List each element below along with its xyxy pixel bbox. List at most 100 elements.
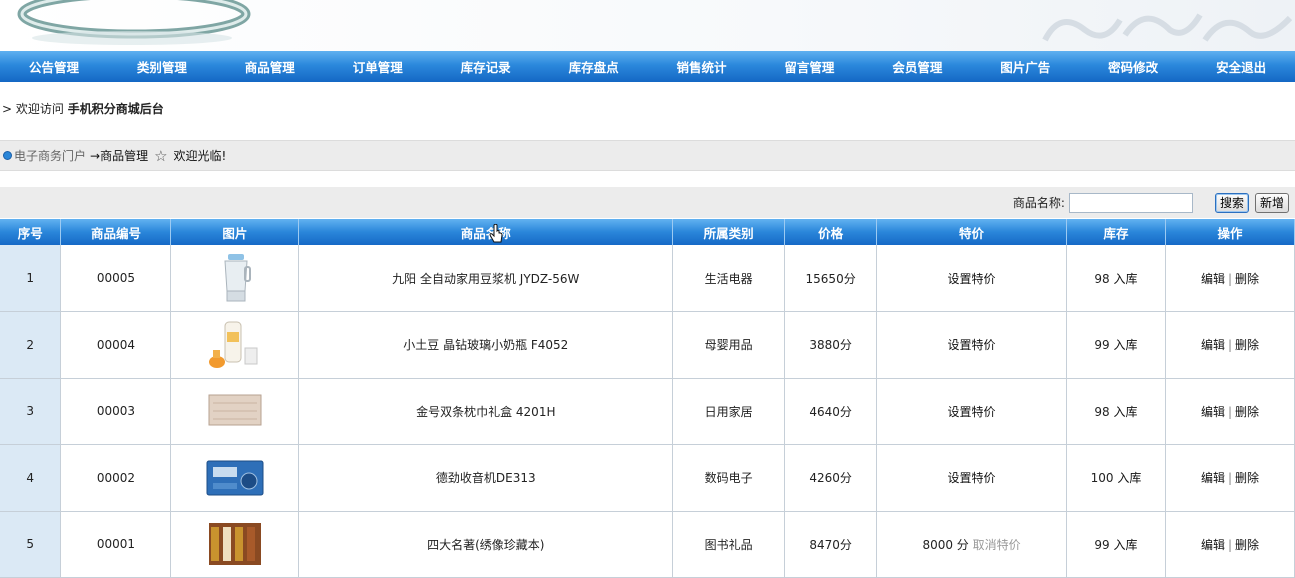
table-header-row: 序号 商品编号 图片 商品名称 所属类别 价格 特价 库存 操作 (0, 219, 1295, 245)
cell-image (170, 311, 300, 379)
header-name[interactable]: 商品名称 (298, 219, 674, 245)
add-button[interactable]: 新增 (1254, 192, 1289, 213)
delete-link[interactable]: 删除 (1235, 338, 1259, 352)
nav-orders[interactable]: 订单管理 (324, 51, 432, 82)
header-code: 商品编号 (60, 219, 172, 245)
bullet-icon (3, 151, 12, 160)
separator: | (1227, 471, 1232, 486)
cell-actions: 编辑 | 删除 (1165, 245, 1295, 312)
breadcrumb: 电子商务门户 →商品管理 ☆ 欢迎光临! (0, 140, 1295, 171)
delete-link[interactable]: 删除 (1235, 272, 1259, 286)
nav-sales-stats[interactable]: 销售统计 (648, 51, 756, 82)
cell-category: 生活电器 (672, 245, 786, 312)
cell-stock: 98 入库 (1066, 378, 1166, 445)
nav-announcements[interactable]: 公告管理 (0, 51, 108, 82)
stock-value: 99 (1094, 537, 1110, 552)
edit-link[interactable]: 编辑 (1201, 538, 1225, 552)
cell-price: 3880分 (784, 311, 878, 379)
edit-link[interactable]: 编辑 (1201, 272, 1225, 286)
nav-logout[interactable]: 安全退出 (1187, 51, 1295, 82)
main-nav: 公告管理 类别管理 商品管理 订单管理 库存记录 库存盘点 销售统计 留言管理 … (0, 51, 1295, 82)
header-banner (0, 0, 1295, 51)
stock-in-link[interactable]: 入库 (1117, 471, 1141, 485)
edit-link[interactable]: 编辑 (1201, 471, 1225, 485)
table-row: 4 00002 德劲收音机DE313 数码电子 4260分 设置特价 100 入… (0, 444, 1295, 512)
nav-members[interactable]: 会员管理 (863, 51, 971, 82)
delete-link[interactable]: 删除 (1235, 405, 1259, 419)
set-special-link[interactable]: 设置特价 (948, 338, 996, 352)
star-icon: ☆ (154, 146, 168, 165)
product-table: 序号 商品编号 图片 商品名称 所属类别 价格 特价 库存 操作 1 00005 (0, 219, 1295, 578)
header-no: 序号 (0, 219, 62, 245)
separator: | (1227, 338, 1232, 353)
cell-special: 设置特价 (876, 311, 1068, 379)
cancel-special-link[interactable]: 取消特价 (973, 538, 1021, 552)
cell-category: 母婴用品 (672, 311, 786, 379)
welcome-line: > 欢迎访问 手机积分商城后台 (2, 100, 164, 117)
cell-code: 00005 (60, 245, 172, 312)
stock-value: 100 (1090, 471, 1114, 486)
nav-products[interactable]: 商品管理 (216, 51, 324, 82)
logo-icon (17, 0, 251, 45)
cell-price: 4640分 (784, 378, 878, 445)
cell-image (170, 444, 300, 512)
hand-cursor-icon (489, 224, 503, 243)
cell-stock: 99 入库 (1066, 311, 1166, 379)
towel-box-icon (208, 394, 262, 426)
nav-inventory-records[interactable]: 库存记录 (432, 51, 540, 82)
header-image: 图片 (170, 219, 300, 245)
cell-code: 00003 (60, 378, 172, 445)
cell-special: 设置特价 (876, 378, 1068, 445)
radio-icon (206, 460, 264, 496)
edit-link[interactable]: 编辑 (1201, 405, 1225, 419)
set-special-link[interactable]: 设置特价 (948, 471, 996, 485)
table-row: 3 00003 金号双条枕巾礼盒 4201H 日用家居 4640分 设置特价 9… (0, 378, 1295, 445)
search-label: 商品名称: (1012, 196, 1065, 210)
stock-in-link[interactable]: 入库 (1114, 538, 1138, 552)
cell-image (170, 378, 300, 445)
books-icon (208, 523, 261, 566)
stock-in-link[interactable]: 入库 (1114, 338, 1138, 352)
cell-no: 3 (0, 378, 62, 445)
soymilk-maker-icon (224, 254, 251, 302)
cell-special: 设置特价 (876, 444, 1068, 512)
cell-price: 15650分 (784, 245, 878, 312)
cell-no: 5 (0, 511, 62, 578)
cloud-pattern-icon (1042, 13, 1293, 42)
nav-change-password[interactable]: 密码修改 (1079, 51, 1187, 82)
cell-name: 德劲收音机DE313 (298, 444, 674, 512)
header-stock: 库存 (1066, 219, 1166, 245)
cell-image (170, 245, 300, 312)
set-special-link[interactable]: 设置特价 (948, 272, 996, 286)
cell-actions: 编辑 | 删除 (1165, 444, 1295, 512)
cell-price: 4260分 (784, 444, 878, 512)
nav-image-ads[interactable]: 图片广告 (971, 51, 1079, 82)
cell-code: 00001 (60, 511, 172, 578)
cell-special: 设置特价 (876, 245, 1068, 312)
stock-in-link[interactable]: 入库 (1114, 405, 1138, 419)
nav-messages[interactable]: 留言管理 (755, 51, 863, 82)
search-button[interactable]: 搜索 (1214, 192, 1249, 213)
nav-stocktaking[interactable]: 库存盘点 (540, 51, 648, 82)
special-price: 8000 分 (922, 537, 969, 552)
cell-category: 日用家居 (672, 378, 786, 445)
delete-link[interactable]: 删除 (1235, 538, 1259, 552)
breadcrumb-portal[interactable]: 电子商务门户 (14, 147, 86, 164)
cell-image (170, 511, 300, 578)
search-input[interactable] (1068, 192, 1193, 213)
delete-link[interactable]: 删除 (1235, 471, 1259, 485)
separator: | (1227, 271, 1232, 286)
cell-stock: 99 入库 (1066, 511, 1166, 578)
nav-categories[interactable]: 类别管理 (108, 51, 216, 82)
separator: | (1227, 537, 1232, 552)
set-special-link[interactable]: 设置特价 (948, 405, 996, 419)
edit-link[interactable]: 编辑 (1201, 338, 1225, 352)
breadcrumb-current: →商品管理 (90, 149, 149, 163)
stock-in-link[interactable]: 入库 (1114, 272, 1138, 286)
cell-no: 4 (0, 444, 62, 512)
cell-category: 数码电子 (672, 444, 786, 512)
welcome-prefix: > 欢迎访问 (2, 102, 64, 116)
site-name: 手机积分商城后台 (67, 102, 164, 116)
cell-actions: 编辑 | 删除 (1165, 511, 1295, 578)
cell-actions: 编辑 | 删除 (1165, 311, 1295, 379)
